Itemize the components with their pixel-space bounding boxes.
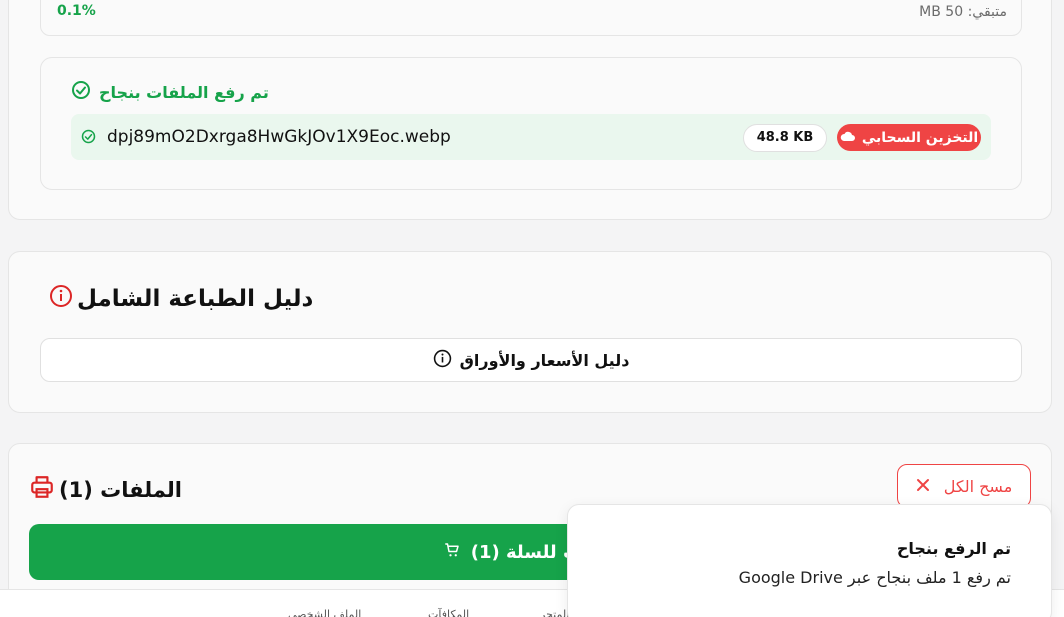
storage-usage-box: 0.1% متبقي: 50 MB xyxy=(40,0,1022,36)
printing-guide-card: دليل الطباعة الشامل دليل الأسعار والأورا… xyxy=(8,251,1052,413)
nav-item-profile[interactable]: الملف الشخصي xyxy=(288,608,361,617)
upload-success-header: تم رفع الملفات بنجاح xyxy=(71,80,269,104)
upload-success-box: تم رفع الملفات بنجاح dpj89mO2Dxrga8HwGkJ… xyxy=(40,57,1022,190)
nav-item-rewards[interactable]: المكافآت xyxy=(428,608,469,617)
check-circle-icon xyxy=(71,80,91,104)
cloud-storage-badge: التخزين السحابي xyxy=(837,124,981,151)
info-icon xyxy=(433,349,452,372)
clear-all-button[interactable]: مسح الكل xyxy=(897,464,1031,508)
clear-all-label: مسح الكل xyxy=(943,476,1013,496)
info-icon xyxy=(49,284,73,314)
check-circle-icon xyxy=(81,129,96,148)
pricing-guide-label: دليل الأسعار والأوراق xyxy=(459,350,630,370)
x-icon xyxy=(916,477,930,496)
files-title-text: الملفات (1) xyxy=(59,477,182,502)
guide-title: دليل الطباعة الشامل xyxy=(49,284,313,314)
file-size-badge: 48.8 KB xyxy=(743,124,827,152)
nav-item-store[interactable]: المتجر xyxy=(540,608,569,617)
file-name: dpj89mO2Dxrga8HwGkJOv1X9Eoc.webp xyxy=(107,127,451,147)
cloud-icon xyxy=(840,130,856,146)
pricing-guide-button[interactable]: دليل الأسعار والأوراق xyxy=(40,338,1022,382)
upload-card: 0.1% متبقي: 50 MB تم رفع الملفات بنجاح d… xyxy=(8,0,1052,220)
cart-icon xyxy=(443,541,461,564)
upload-success-label: تم رفع الملفات بنجاح xyxy=(99,82,269,102)
guide-title-text: دليل الطباعة الشامل xyxy=(77,286,314,312)
toast-title: تم الرفع بنجاح xyxy=(896,539,1011,558)
toast-description: تم رفع 1 ملف بنجاح عبر Google Drive xyxy=(738,568,1011,587)
storage-percent: 0.1% xyxy=(57,3,96,19)
cloud-storage-label: التخزين السحابي xyxy=(861,129,979,146)
printer-icon xyxy=(29,474,55,505)
upload-toast: تم الرفع بنجاح تم رفع 1 ملف بنجاح عبر Go… xyxy=(567,504,1052,617)
uploaded-file-row: dpj89mO2Dxrga8HwGkJOv1X9Eoc.webp 48.8 KB… xyxy=(71,114,991,160)
files-title: الملفات (1) xyxy=(29,474,182,505)
storage-remaining: متبقي: 50 MB xyxy=(919,4,1007,20)
